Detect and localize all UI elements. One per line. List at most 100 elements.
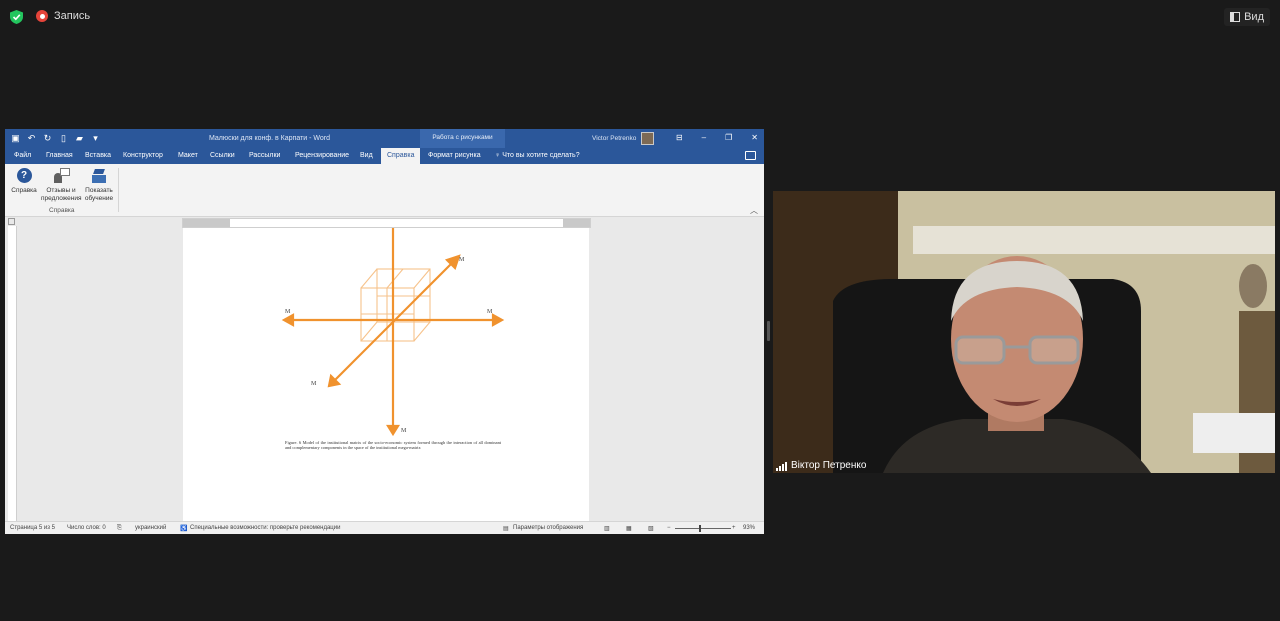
ribbon-group-separator [118,168,119,212]
feedback-icon [52,168,70,183]
print-layout-icon[interactable]: ▦ [626,525,632,532]
record-icon [36,10,48,22]
split-view-handle[interactable] [767,321,770,341]
close-icon[interactable]: ✕ [751,133,758,142]
horizontal-ruler[interactable] [182,218,591,228]
axis-arrowhead-bottom [386,424,400,437]
minimize-icon[interactable]: – [702,133,706,142]
zoom-in-icon[interactable]: + [732,525,736,531]
participant-video[interactable]: Віктор Петренко [773,191,1275,473]
zoom-level[interactable]: 93% [743,525,755,531]
page-counter[interactable]: Страница 5 из 5 [10,525,55,531]
video-frame [773,191,1275,473]
document-title: Малюски для конф. в Карпати - Word [209,135,330,142]
zoom-out-icon[interactable]: − [667,525,671,531]
matrix-axes [281,228,505,437]
security-shield-icon[interactable] [10,10,23,24]
redo-icon[interactable]: ↻ [43,133,52,144]
zoom-slider-thumb[interactable] [699,525,701,532]
collapse-ribbon-icon[interactable]: ︿ [750,205,758,216]
ruler-margin-right [563,219,590,227]
meeting-top-bar: Запись Вид [0,0,1280,36]
axis-arrowhead-right [491,313,505,327]
training-icon [91,168,107,183]
axis-label-top-right: M [459,257,465,263]
read-mode-icon[interactable]: ▥ [604,525,610,532]
document-page[interactable]: M M M M M Figure. 6 Model of the institu… [183,228,589,521]
tab-help[interactable]: Справка [381,148,421,164]
vertical-ruler[interactable] [8,226,17,521]
paper-stack [1193,413,1275,453]
new-document-icon[interactable]: ▯ [59,133,68,144]
matrix-cube [360,268,431,342]
owl-figurine [1239,264,1267,308]
tab-insert[interactable]: Вставка [85,152,111,159]
cube-edge [360,321,378,342]
training-label-line1: Показать [85,187,113,194]
participant-name: Віктор Петренко [791,460,867,471]
feedback-button[interactable]: Отзывы и предложения [41,168,82,203]
axis-label-bottom-left: M [311,381,317,387]
signal-strength-icon [776,462,787,471]
language-indicator[interactable]: украинский [135,525,166,531]
axis-labels: M M M M M [285,257,493,434]
axis-label-left: M [285,309,291,315]
view-layout-icon [1230,12,1241,22]
web-layout-icon[interactable]: ▧ [648,525,654,532]
ribbon-group-label: Справка [49,207,75,214]
cube-edge [360,268,378,289]
undo-icon[interactable]: ↶ [27,133,36,144]
customize-toolbar-icon[interactable]: ▾ [91,133,100,144]
ruler-margin-left [183,219,230,227]
tab-home[interactable]: Главная [46,152,73,159]
tab-selector[interactable] [8,218,15,225]
view-button[interactable]: Вид [1224,8,1270,26]
help-button[interactable]: ? Справка [10,168,38,195]
display-settings[interactable]: Параметры отображения [513,525,583,531]
zoom-slider[interactable] [675,528,731,529]
restore-icon[interactable]: ❐ [725,133,732,142]
quick-access-toolbar: ▣ ↶ ↻ ▯ ▰ ▾ [11,133,100,144]
cube-edge [413,321,431,342]
tab-picture-format[interactable]: Формат рисунка [428,152,481,159]
recording-indicator[interactable]: Запись [36,10,90,22]
institutional-matrix-figure: M M M M M [281,228,505,437]
axis-label-bottom: M [401,428,407,434]
avatar[interactable] [641,132,654,145]
recording-label: Запись [54,10,91,22]
save-icon[interactable]: ▣ [11,133,20,144]
tab-file[interactable]: Файл [14,152,31,159]
participant-name-tag: Віктор Петренко [776,460,866,471]
cube-grid-line [386,268,404,289]
figure-caption: Figure. 6 Model of the institutional mat… [285,440,501,451]
tab-layout[interactable]: Макет [178,152,198,159]
tab-references[interactable]: Ссылки [210,152,235,159]
view-label: Вид [1244,11,1264,23]
tab-view[interactable]: Вид [360,152,373,159]
help-icon: ? [16,168,32,183]
show-training-button[interactable]: Показать обучение [83,168,115,203]
ribbon-display-options-icon[interactable]: ⊟ [676,133,683,142]
help-button-label: Справка [11,187,37,194]
user-name[interactable]: Victor Petrenko [592,135,636,142]
window-controls: ⊟ – ❐ ✕ [676,133,758,142]
glasses-lens-left [954,335,1006,365]
accessibility-status[interactable]: Специальные возможности: проверьте реком… [190,525,340,531]
axis-arrowhead-left [281,313,295,327]
accessibility-icon[interactable]: ♿ [180,525,187,532]
tell-me-search[interactable]: ♀ Что вы хотите сделать? [495,152,580,159]
tab-mailings[interactable]: Рассылки [249,152,280,159]
lightbulb-icon: ♀ [495,152,501,159]
comments-icon[interactable] [745,151,756,160]
training-label-line2: обучение [84,195,114,202]
tab-design[interactable]: Конструктор [123,152,163,159]
status-bar: Страница 5 из 5 Число слов: 0 ⎘ украинск… [5,521,764,534]
tab-review[interactable]: Рецензирование [295,152,349,159]
wall-shelf [913,226,1275,254]
proofing-icon[interactable]: ⎘ [117,525,122,532]
open-folder-icon[interactable]: ▰ [75,133,84,144]
display-settings-icon[interactable]: ▤ [503,525,509,532]
tell-me-label: Что вы хотите сделать? [502,152,580,159]
ribbon: ? Справка Отзывы и предложения Показать … [5,164,764,217]
word-count[interactable]: Число слов: 0 [67,525,106,531]
